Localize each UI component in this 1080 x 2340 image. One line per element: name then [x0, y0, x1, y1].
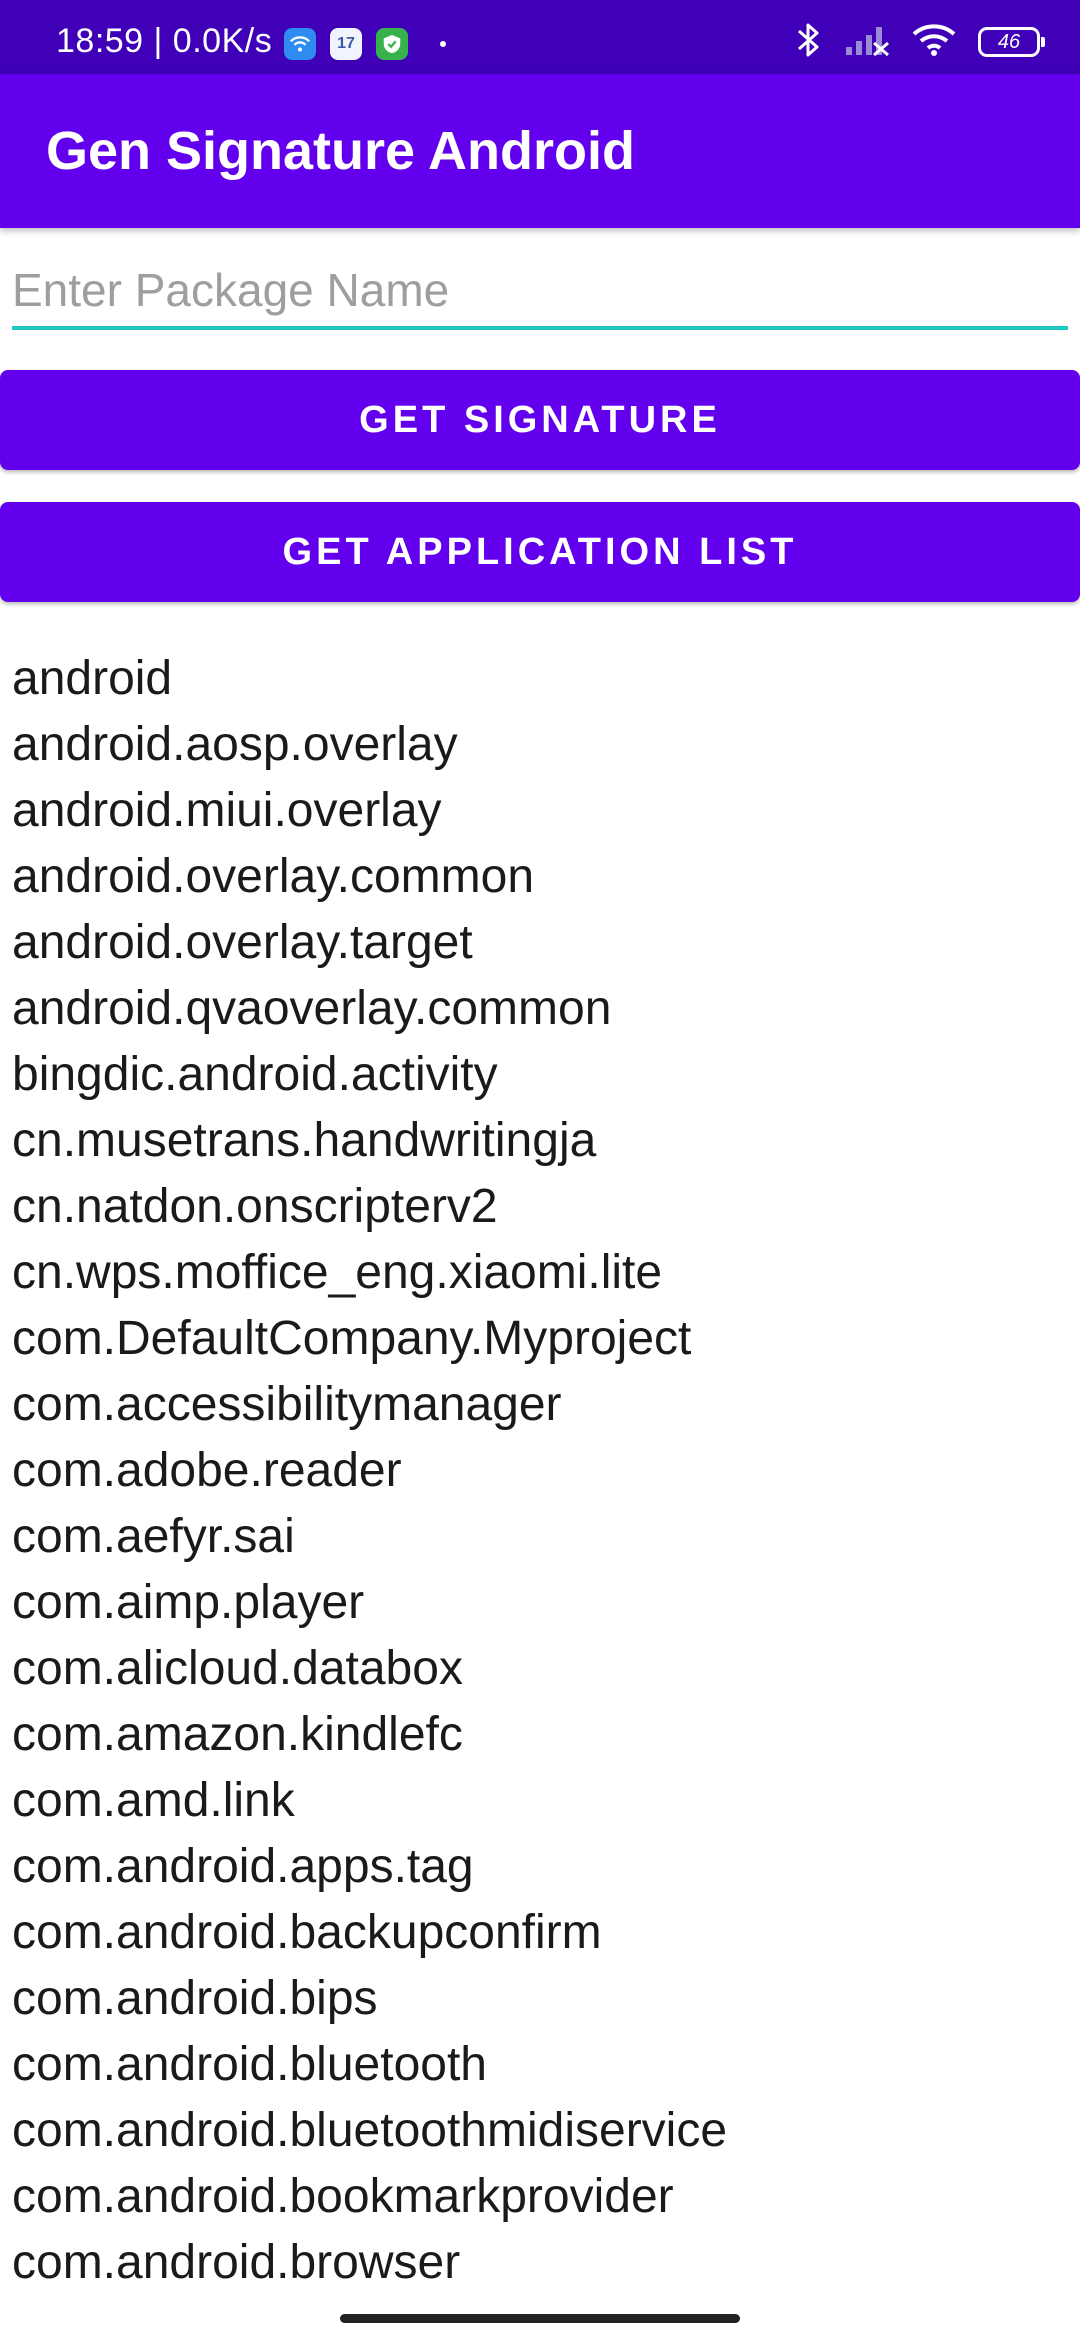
package-list-item[interactable]: com.adobe.reader	[12, 1438, 727, 1504]
system-status-icons: 46	[796, 21, 1045, 64]
package-list-item[interactable]: android.aosp.overlay	[12, 712, 727, 778]
package-list-item[interactable]: com.alicloud.databox	[12, 1636, 727, 1702]
bluetooth-icon	[796, 21, 822, 64]
package-list-item[interactable]: com.accessibilitymanager	[12, 1372, 727, 1438]
package-list-item[interactable]: com.android.bookmarkprovider	[12, 2164, 727, 2230]
package-list-item[interactable]: com.android.browser	[12, 2230, 727, 2296]
get-signature-button[interactable]: GET SIGNATURE	[0, 370, 1080, 470]
calendar-app-icon: 17	[330, 28, 362, 60]
package-list-item[interactable]: android.miui.overlay	[12, 778, 727, 844]
package-list-item[interactable]: cn.natdon.onscripterv2	[12, 1174, 727, 1240]
notification-icons: 17	[284, 26, 446, 62]
package-list-item[interactable]: com.amd.link	[12, 1768, 727, 1834]
package-list-item[interactable]: bingdic.android.activity	[12, 1042, 727, 1108]
package-list-item[interactable]: android.overlay.target	[12, 910, 727, 976]
package-name-input[interactable]	[12, 254, 1068, 330]
app-title: Gen Signature Android	[46, 121, 636, 181]
package-list: android android.aosp.overlay android.miui.…	[12, 646, 727, 2296]
package-list-item[interactable]: android.qvaoverlay.common	[12, 976, 727, 1042]
home-indicator[interactable]	[340, 2314, 740, 2323]
package-list-item[interactable]: com.android.bluetoothmidiservice	[12, 2098, 727, 2164]
app-bar: Gen Signature Android	[0, 74, 1080, 228]
package-list-item[interactable]: cn.wps.moffice_eng.xiaomi.lite	[12, 1240, 727, 1306]
screen: 18:59 | 0.0K/s 17 46 Gen Signature Andro…	[0, 0, 1080, 2340]
shield-app-icon	[376, 28, 408, 60]
more-notifications-dot-icon	[440, 41, 446, 47]
package-list-item[interactable]: com.aefyr.sai	[12, 1504, 727, 1570]
wifi-app-icon	[284, 28, 316, 60]
package-list-item[interactable]: com.DefaultCompany.Myproject	[12, 1306, 727, 1372]
get-application-list-button[interactable]: GET APPLICATION LIST	[0, 502, 1080, 602]
package-list-item[interactable]: com.android.bips	[12, 1966, 727, 2032]
status-time: 18:59 | 0.0K/s	[56, 22, 273, 60]
package-list-item[interactable]: android.overlay.common	[12, 844, 727, 910]
package-list-item[interactable]: cn.musetrans.handwritingja	[12, 1108, 727, 1174]
battery-icon: 46	[978, 27, 1045, 57]
status-bar: 18:59 | 0.0K/s 17 46	[0, 0, 1080, 74]
package-list-item[interactable]: com.amazon.kindlefc	[12, 1702, 727, 1768]
package-list-item[interactable]: com.android.backupconfirm	[12, 1900, 727, 1966]
package-list-item[interactable]: com.android.bluetooth	[12, 2032, 727, 2098]
package-list-item[interactable]: android	[12, 646, 727, 712]
wifi-icon	[912, 23, 956, 62]
package-list-item[interactable]: com.aimp.player	[12, 1570, 727, 1636]
cellular-signal-icon	[844, 23, 890, 62]
package-list-item[interactable]: com.android.apps.tag	[12, 1834, 727, 1900]
